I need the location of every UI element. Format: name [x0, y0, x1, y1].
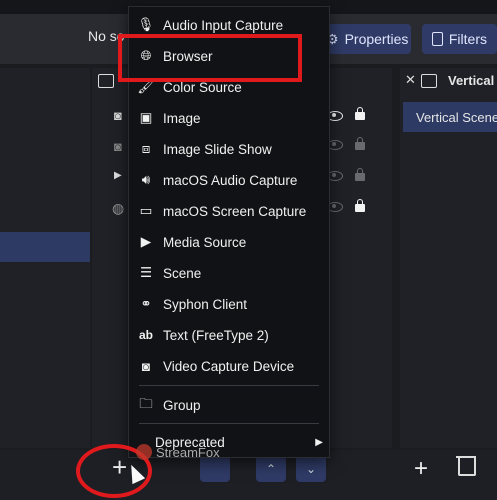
sources-dock-icon — [98, 74, 114, 88]
filters-icon — [432, 32, 443, 46]
chevron-right-icon: ▶ — [315, 436, 323, 448]
scene-selected-row[interactable] — [0, 232, 90, 262]
menu-separator — [139, 423, 319, 424]
chevron-up-icon: ⌃ — [265, 462, 277, 476]
globe-icon: ◍ — [112, 200, 125, 216]
trash-lid — [456, 456, 476, 458]
menu-item-video-capture-device[interactable]: ◙ Video Capture Device — [129, 352, 329, 380]
add-scene-plus-icon[interactable]: + — [414, 455, 428, 483]
menu-item-image-slide-show[interactable]: ⧈ Image Slide Show — [129, 135, 329, 163]
text-icon: ab — [138, 328, 153, 342]
chevron-down-icon: ⌄ — [305, 462, 317, 476]
filters-button[interactable]: Filters — [422, 24, 497, 54]
image-icon: ▣ — [139, 110, 153, 125]
menu-item-macos-audio-capture[interactable]: 🔊︎ macOS Audio Capture — [129, 166, 329, 194]
menu-separator — [139, 385, 319, 386]
menu-item-scene[interactable]: ☰ Scene — [129, 259, 329, 287]
streamfox-watermark: StreamFox — [136, 444, 220, 460]
expand-arrow-icon[interactable]: ▶ — [114, 170, 122, 181]
menu-item-syphon-client[interactable]: ⚭ Syphon Client — [129, 290, 329, 318]
list-icon: ☰ — [139, 265, 153, 280]
filters-button-label: Filters — [448, 31, 487, 47]
lock-icon[interactable] — [355, 168, 365, 181]
menu-item-macos-screen-capture[interactable]: ▭ macOS Screen Capture — [129, 197, 329, 225]
menu-item-group[interactable]: 🗀 Group — [129, 391, 329, 419]
microphone-icon: 🎙︎ — [137, 17, 155, 32]
vertical-panel-title: Vertical S — [448, 73, 497, 88]
properties-button-label: Properties — [344, 31, 409, 47]
play-icon: ▶ — [140, 234, 152, 249]
camera-icon: ◙ — [114, 108, 122, 123]
lock-icon[interactable] — [355, 199, 365, 212]
menu-item-text-freetype[interactable]: ab Text (FreeType 2) — [129, 321, 329, 349]
streamfox-logo-icon — [136, 444, 152, 460]
dock-icon — [421, 74, 437, 88]
speaker-icon: 🔊︎ — [141, 172, 151, 187]
slideshow-icon: ⧈ — [141, 141, 151, 156]
camera-icon: ◙ — [141, 358, 151, 374]
menu-item-media-source[interactable]: ▶ Media Source — [129, 228, 329, 256]
trash-icon[interactable] — [458, 458, 476, 476]
browser-highlight-box — [118, 34, 302, 82]
camera-icon: ◙ — [114, 139, 122, 154]
close-icon[interactable]: ✕ — [405, 72, 416, 88]
move-up-button[interactable]: ⌃ — [256, 456, 286, 482]
properties-button[interactable]: ⚙ Properties — [316, 24, 411, 54]
move-down-button[interactable]: ⌄ — [296, 456, 326, 482]
folder-icon: 🗀 — [139, 395, 153, 411]
link-icon: ⚭ — [140, 296, 152, 311]
monitor-icon: ▭ — [139, 203, 153, 218]
lock-icon[interactable] — [355, 107, 365, 120]
vertical-scene-label: Vertical Scene — [416, 110, 497, 125]
menu-item-image[interactable]: ▣ Image — [129, 104, 329, 132]
lock-icon[interactable] — [355, 137, 365, 150]
